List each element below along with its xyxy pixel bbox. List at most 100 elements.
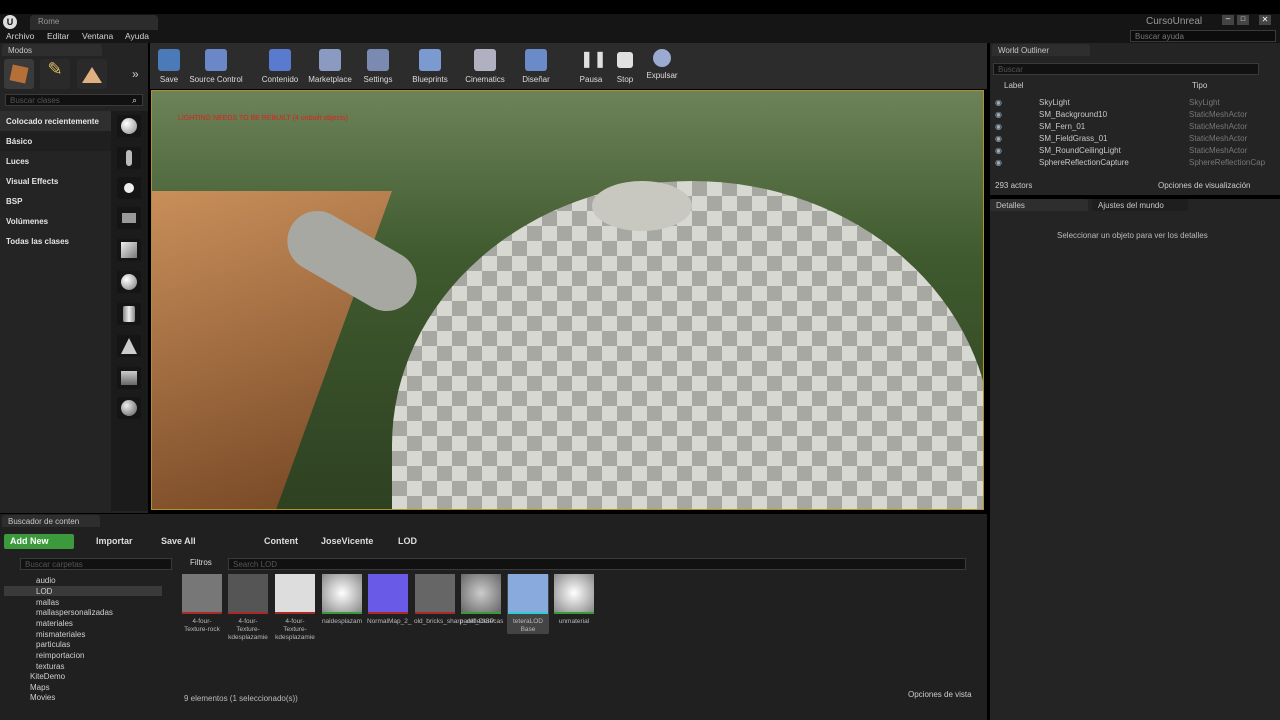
col-label-header[interactable]: Label <box>1004 81 1024 90</box>
actor-name: SM_Fern_01 <box>1039 122 1086 131</box>
asset-tile-selected[interactable]: teteraLOD Base <box>507 574 549 634</box>
trigger-icon[interactable] <box>117 207 141 229</box>
category-basic[interactable]: Básico <box>6 137 32 146</box>
asset-tile[interactable]: NormalMap_2_ <box>367 574 411 626</box>
content-browser-tab-label: Buscador de conten <box>8 517 80 526</box>
asset-tile[interactable]: 4-four-Texture-kdesplazamie <box>274 574 316 642</box>
eye-icon[interactable]: ◉ <box>995 110 1002 119</box>
add-new-button[interactable]: Add New <box>4 534 74 549</box>
outliner-row[interactable]: ◉ SM_RoundCeilingLight StaticMeshActor <box>993 146 1273 158</box>
folder-item[interactable]: mismateriales <box>36 630 85 639</box>
outliner-row[interactable]: ◉ SphereReflectionCapture SphereReflection… <box>993 158 1273 170</box>
asset-tile[interactable]: unmaterial <box>553 574 595 626</box>
folder-item[interactable]: mallas <box>36 598 59 607</box>
viewport[interactable]: LIGHTING NEEDS TO BE REBUILT (4 unbuilt … <box>151 90 984 510</box>
eye-icon[interactable]: ◉ <box>995 158 1002 167</box>
outliner-row[interactable]: ◉ SM_Background10 StaticMeshActor <box>993 110 1273 122</box>
point-light-icon[interactable] <box>117 177 141 199</box>
cube-shape-icon[interactable] <box>117 239 141 261</box>
folder-search-input[interactable]: Buscar carpetas <box>20 558 172 570</box>
asset-label: paredederocas <box>460 618 504 625</box>
save-all-button[interactable]: Save All <box>161 536 196 546</box>
folder-item[interactable]: particulas <box>36 640 70 649</box>
asset-tile[interactable]: paredederocas <box>460 574 504 626</box>
player-start-icon[interactable] <box>117 147 141 169</box>
cinematics-button[interactable]: Cinematics <box>462 47 508 85</box>
outliner-search-input[interactable]: Buscar <box>993 63 1259 75</box>
folder-item[interactable]: materiales <box>36 619 73 628</box>
blueprints-button[interactable]: Blueprints <box>408 47 452 85</box>
source-control-button[interactable]: Source Control <box>187 47 245 85</box>
category-lights[interactable]: Luces <box>6 157 29 166</box>
paint-mode-icon[interactable]: ✎ <box>40 59 70 89</box>
help-search-input[interactable]: Buscar ayuda <box>1130 30 1276 42</box>
breadcrumb-lod[interactable]: LOD <box>398 536 417 546</box>
save-button[interactable]: Save <box>154 47 184 85</box>
menu-archivo[interactable]: Archivo <box>6 31 34 41</box>
cone-shape-icon[interactable] <box>117 335 141 357</box>
category-all-classes[interactable]: Todas las clases <box>6 237 69 246</box>
unreal-logo-icon[interactable]: U <box>3 15 17 29</box>
eye-icon[interactable]: ◉ <box>995 134 1002 143</box>
asset-tile[interactable]: 4-four-Texture-rock <box>181 574 223 634</box>
view-options-button[interactable]: Opciones de vista <box>908 690 972 699</box>
folder-item[interactable]: audio <box>36 576 56 585</box>
view-options-button[interactable]: Opciones de visualización <box>1158 181 1251 190</box>
eye-icon[interactable]: ◉ <box>995 146 1002 155</box>
category-volumes[interactable]: Volúmenes <box>6 217 48 226</box>
cylinder-shape-icon[interactable] <box>117 303 141 325</box>
category-bsp[interactable]: BSP <box>6 197 22 206</box>
maximize-button[interactable]: □ <box>1237 15 1249 25</box>
pause-button[interactable]: ❚❚ Pausa <box>576 47 607 85</box>
import-button[interactable]: Importar <box>96 536 133 546</box>
sphere-volume-icon[interactable] <box>117 397 141 419</box>
menu-ayuda[interactable]: Ayuda <box>125 31 149 41</box>
col-type-header[interactable]: Tipo <box>1192 81 1207 90</box>
close-button[interactable]: ✕ <box>1259 15 1271 25</box>
content-browser-tab[interactable]: Buscador de conten <box>2 515 100 527</box>
marketplace-button[interactable]: Marketplace <box>306 47 354 85</box>
breadcrumb-content[interactable]: Content <box>264 536 298 546</box>
place-mode-icon[interactable] <box>4 59 34 89</box>
menu-ventana[interactable]: Ventana <box>82 31 113 41</box>
outliner-row[interactable]: ◉ SkyLight SkyLight <box>993 98 1273 110</box>
outliner-row[interactable]: ◉ SM_FieldGrass_01 StaticMeshActor <box>993 134 1273 146</box>
more-modes-icon[interactable]: » <box>132 67 139 81</box>
build-button[interactable]: Diseñar <box>518 47 554 85</box>
landscape-mode-icon[interactable] <box>77 59 107 89</box>
outliner-row[interactable]: ◉ SM_Fern_01 StaticMeshActor <box>993 122 1273 134</box>
content-button[interactable]: Contenido <box>258 47 302 85</box>
eject-button[interactable]: Expulsar <box>644 47 680 85</box>
breadcrumb-josevicente[interactable]: JoseVicente <box>321 536 373 546</box>
folder-item[interactable]: KiteDemo <box>30 672 65 681</box>
settings-button[interactable]: Settings <box>360 47 396 85</box>
modes-tab[interactable]: Modos <box>2 44 102 56</box>
menu-editar[interactable]: Editar <box>47 31 69 41</box>
asset-tile[interactable]: naldesplazam <box>321 574 363 626</box>
asset-tile[interactable]: 4-four-Texture-kdesplazamie <box>227 574 269 642</box>
folder-item[interactable]: Movies <box>30 693 55 702</box>
folder-item[interactable]: texturas <box>36 662 64 671</box>
asset-tile[interactable]: old_bricks_sharp_diff_DISP <box>414 574 494 626</box>
minimize-button[interactable]: – <box>1222 15 1234 25</box>
folder-item[interactable]: mallaspersonalizadas <box>36 608 113 617</box>
filters-button[interactable]: Filtros <box>190 558 212 567</box>
folder-item[interactable]: LOD <box>36 587 52 596</box>
world-settings-tab[interactable]: Ajustes del mundo <box>1092 199 1188 211</box>
eye-icon[interactable]: ◉ <box>995 98 1002 107</box>
details-tab[interactable]: Detalles <box>990 199 1088 211</box>
level-tab[interactable]: Rome <box>30 15 158 30</box>
plane-shape-icon[interactable] <box>117 367 141 389</box>
eye-icon[interactable]: ◉ <box>995 122 1002 131</box>
folder-item[interactable]: Maps <box>30 683 50 692</box>
sphere-shape-icon[interactable] <box>117 115 141 137</box>
sphere-mesh-icon[interactable] <box>117 271 141 293</box>
asset-search-input[interactable]: Search LOD <box>228 558 966 570</box>
class-search-input[interactable]: Buscar clases <box>5 94 143 106</box>
category-visual-effects[interactable]: Visual Effects <box>6 177 58 186</box>
folder-item[interactable]: reimportacion <box>36 651 84 660</box>
world-outliner-tab[interactable]: World Outliner <box>992 44 1090 56</box>
stop-button[interactable]: Stop <box>612 47 638 85</box>
category-recent[interactable]: Colocado recientemente <box>6 117 99 126</box>
pause-label: Pausa <box>579 75 603 84</box>
